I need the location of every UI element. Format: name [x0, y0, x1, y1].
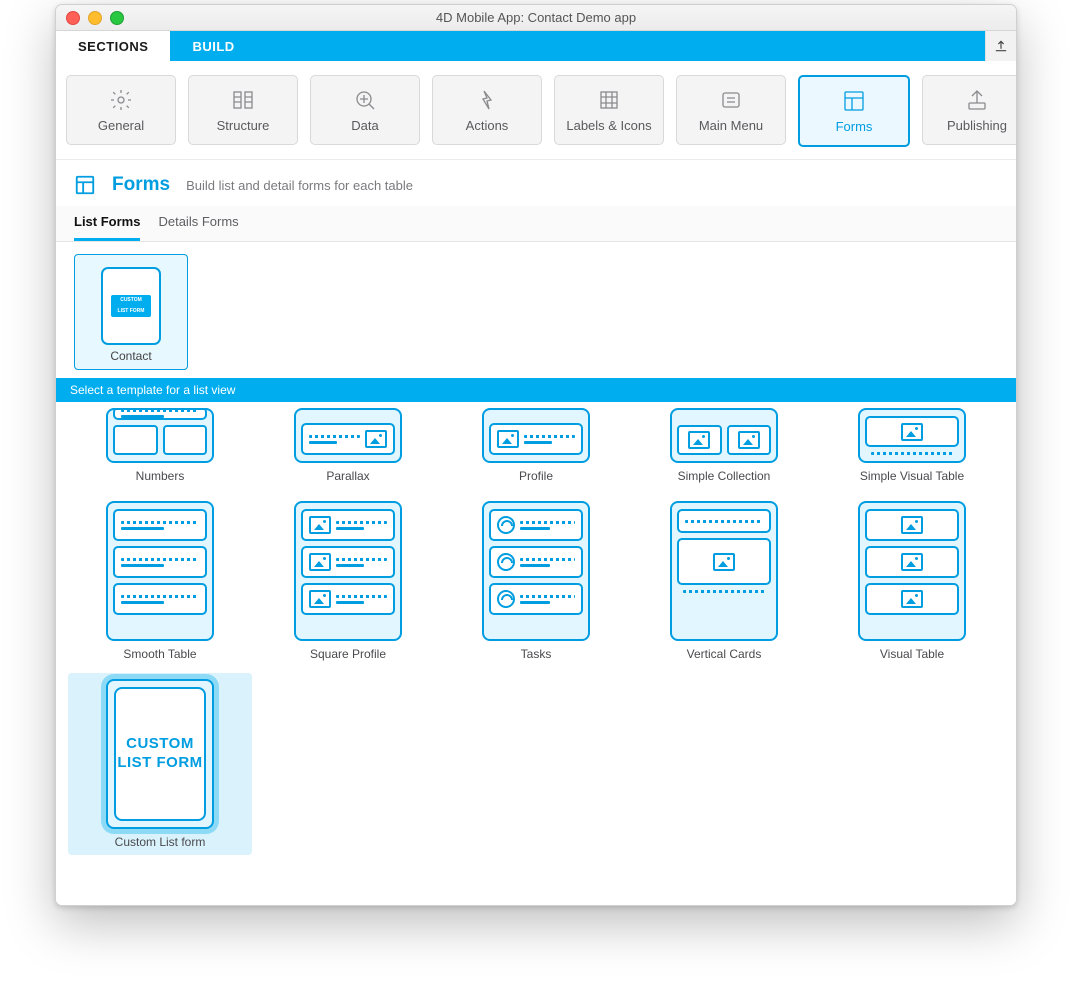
tables-row: CUSTOMLIST FORM Contact — [56, 242, 1016, 378]
section-label: Data — [351, 118, 378, 133]
tab-build[interactable]: BUILD — [170, 31, 256, 61]
section-label: Main Menu — [699, 118, 763, 133]
forms-icon — [74, 174, 96, 196]
data-icon — [353, 88, 377, 112]
section-label: Actions — [466, 118, 509, 133]
instruction-text: Select a template for a list view — [70, 383, 235, 397]
template-label: Tasks — [521, 647, 552, 661]
page-title: Forms — [112, 174, 170, 196]
page-subtitle: Build list and detail forms for each tab… — [186, 178, 413, 193]
section-label: Structure — [217, 118, 270, 133]
template-label: Visual Table — [880, 647, 944, 661]
labels-icon — [597, 88, 621, 112]
section-label: Forms — [836, 119, 873, 134]
section-labels-icons[interactable]: Labels & Icons — [554, 75, 664, 145]
template-custom-list-form[interactable]: CUSTOMLIST FORM Custom List form — [68, 673, 252, 855]
tab-details-forms[interactable]: Details Forms — [158, 206, 238, 241]
app-window: 4D Mobile App: Contact Demo app SECTIONS… — [55, 4, 1017, 906]
template-label: Custom List form — [115, 835, 206, 849]
structure-icon — [231, 88, 255, 112]
template-simple-collection[interactable]: Simple Collection — [632, 402, 816, 489]
section-forms[interactable]: Forms — [798, 75, 910, 147]
actions-icon — [475, 88, 499, 112]
section-label: General — [98, 118, 144, 133]
forms-icon — [842, 89, 866, 113]
template-profile[interactable]: Profile — [444, 402, 628, 489]
template-smooth-table[interactable]: Smooth Table — [68, 495, 252, 667]
table-thumbnail: CUSTOMLIST FORM — [101, 267, 161, 345]
table-name: Contact — [110, 349, 151, 363]
tab-sections[interactable]: SECTIONS — [56, 31, 170, 61]
template-parallax[interactable]: Parallax — [256, 402, 440, 489]
tab-label: List Forms — [74, 214, 140, 229]
template-simple-visual-table[interactable]: Simple Visual Table — [820, 402, 1004, 489]
export-icon — [994, 39, 1008, 53]
instruction-bar: Select a template for a list view — [56, 378, 1016, 402]
template-visual-table[interactable]: Visual Table — [820, 495, 1004, 667]
template-label: Smooth Table — [123, 647, 196, 661]
tab-label: SECTIONS — [78, 39, 148, 54]
template-grid: Numbers Parallax Profile — [68, 402, 1004, 855]
template-scroll[interactable]: Numbers Parallax Profile — [56, 402, 1016, 905]
template-square-profile[interactable]: Square Profile — [256, 495, 440, 667]
window-titlebar: 4D Mobile App: Contact Demo app — [56, 5, 1016, 31]
template-label: Simple Collection — [678, 469, 771, 483]
template-label: Parallax — [326, 469, 369, 483]
section-label: Publishing — [947, 118, 1007, 133]
section-label: Labels & Icons — [566, 118, 651, 133]
form-tab-bar: List Forms Details Forms — [56, 206, 1016, 242]
template-numbers[interactable]: Numbers — [68, 402, 252, 489]
template-label: Numbers — [136, 469, 185, 483]
template-label: Square Profile — [310, 647, 386, 661]
template-label: Vertical Cards — [687, 647, 762, 661]
template-area: Numbers Parallax Profile — [56, 402, 1016, 905]
template-vertical-cards[interactable]: Vertical Cards — [632, 495, 816, 667]
template-tasks[interactable]: Tasks — [444, 495, 628, 667]
section-structure[interactable]: Structure — [188, 75, 298, 145]
page-heading: Forms Build list and detail forms for ea… — [56, 160, 1016, 206]
section-main-menu[interactable]: Main Menu — [676, 75, 786, 145]
section-publishing[interactable]: Publishing — [922, 75, 1017, 145]
gear-icon — [109, 88, 133, 112]
section-actions[interactable]: Actions — [432, 75, 542, 145]
tab-list-forms[interactable]: List Forms — [74, 206, 140, 241]
section-general[interactable]: General — [66, 75, 176, 145]
tab-label: BUILD — [192, 39, 234, 54]
tab-label: Details Forms — [158, 214, 238, 229]
template-label: Profile — [519, 469, 553, 483]
publishing-icon — [965, 88, 989, 112]
custom-badge-icon: CUSTOMLIST FORM — [111, 295, 151, 317]
custom-label: CUSTOMLIST FORM — [117, 735, 202, 773]
window-title: 4D Mobile App: Contact Demo app — [56, 10, 1016, 25]
export-button[interactable] — [985, 31, 1016, 61]
section-data[interactable]: Data — [310, 75, 420, 145]
top-tab-bar: SECTIONS BUILD — [56, 31, 1016, 61]
menu-icon — [719, 88, 743, 112]
template-label: Simple Visual Table — [860, 469, 964, 483]
section-bar: General Structure Data Actions Labels & … — [56, 61, 1016, 160]
table-card-contact[interactable]: CUSTOMLIST FORM Contact — [74, 254, 188, 370]
